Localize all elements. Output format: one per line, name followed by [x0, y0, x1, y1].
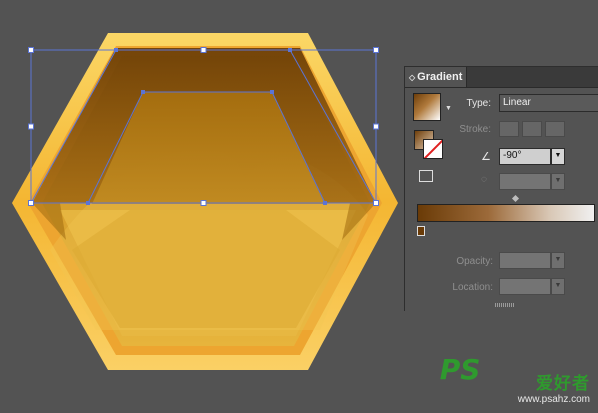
watermark-url: www.psahz.com [517, 394, 590, 405]
location-field[interactable] [499, 278, 551, 295]
handle-top-left[interactable] [28, 47, 34, 53]
anchor-point[interactable] [323, 201, 327, 205]
handle-top-right[interactable] [373, 47, 379, 53]
handle-middle-right[interactable] [373, 123, 379, 130]
type-label: Type: [466, 98, 491, 109]
anchor-point[interactable] [288, 48, 292, 52]
anchor-point[interactable] [270, 90, 274, 94]
anchor-point[interactable] [141, 90, 145, 94]
panel-tab-bar: ◇ Gradient [405, 67, 598, 88]
watermark-text: 爱好者 [536, 374, 590, 394]
angle-field[interactable]: -90° [499, 148, 551, 165]
opacity-field[interactable] [499, 252, 551, 269]
midpoint-diamond-icon[interactable] [511, 194, 520, 203]
reverse-gradient-icon[interactable] [419, 170, 433, 182]
angle-dropdown-button[interactable]: ▼ [551, 148, 565, 165]
anchor-point[interactable] [86, 201, 90, 205]
tab-gradient[interactable]: ◇ Gradient [405, 67, 467, 87]
aspect-ratio-icon: ◌ [481, 174, 487, 185]
stroke-none-swatch[interactable] [423, 139, 443, 159]
gradient-swatch[interactable] [413, 93, 441, 121]
tab-gradient-label: Gradient [417, 71, 463, 83]
handle-bottom-left[interactable] [28, 200, 34, 206]
opacity-dropdown[interactable]: ▼ [551, 252, 565, 269]
collapse-arrows-icon[interactable]: ◇ [409, 73, 415, 82]
handle-top-middle[interactable] [200, 47, 207, 53]
stroke-across-button[interactable] [545, 121, 565, 137]
stroke-within-button[interactable] [499, 121, 519, 137]
watermark-logo: PS [439, 353, 481, 386]
type-select[interactable]: Linear [499, 94, 598, 112]
gradient-stop-left[interactable] [417, 226, 425, 236]
aspect-ratio-field[interactable] [499, 173, 551, 190]
handle-middle-left[interactable] [28, 123, 34, 130]
stroke-label: Stroke: [459, 124, 491, 135]
handle-bottom-right[interactable] [373, 200, 379, 206]
location-dropdown[interactable]: ▼ [551, 278, 565, 295]
location-label: Location: [452, 282, 493, 293]
watermark: PS 爱好者 www.psahz.com [440, 353, 590, 405]
gradient-panel: ◇ Gradient ▼ Type: Linear Stroke: ∠ -90° … [404, 66, 598, 311]
opacity-label: Opacity: [456, 256, 493, 267]
aspect-ratio-dropdown[interactable]: ▼ [551, 173, 565, 190]
anchor-point[interactable] [114, 48, 118, 52]
hexagon-core[interactable] [72, 210, 340, 328]
stroke-along-button[interactable] [522, 121, 542, 137]
handle-bottom-middle[interactable] [200, 200, 207, 206]
panel-resize-grip[interactable] [495, 303, 515, 307]
angle-icon: ∠ [481, 151, 491, 163]
gradient-slider[interactable] [417, 204, 595, 222]
swatch-dropdown-icon[interactable]: ▼ [445, 105, 452, 112]
